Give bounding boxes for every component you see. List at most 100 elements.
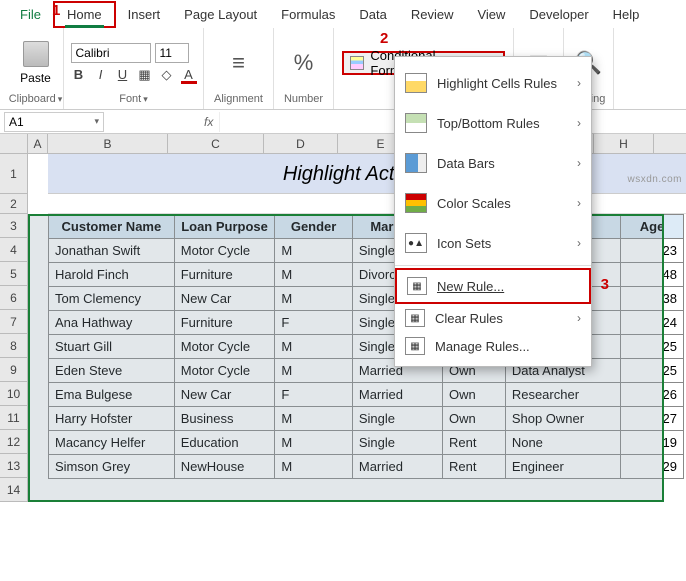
alignment-icon[interactable]: ≡ [232, 50, 245, 76]
paste-label[interactable]: Paste [20, 71, 51, 85]
col-B[interactable]: B [48, 134, 168, 153]
cell-purpose[interactable]: Motor Cycle [174, 359, 275, 383]
cell-marital[interactable]: Married [352, 455, 442, 479]
cell-age[interactable]: 27 [621, 407, 684, 431]
cell-gender[interactable]: M [275, 407, 353, 431]
cell-name[interactable]: Ema Bulgese [49, 383, 175, 407]
hdr-gender[interactable]: Gender [275, 215, 353, 239]
table-row[interactable]: Simson GreyNewHouseMMarriedRentEngineer2… [49, 455, 684, 479]
paste-icon[interactable] [23, 41, 49, 67]
cell-name[interactable]: Stuart Gill [49, 335, 175, 359]
cell-gender[interactable]: M [275, 287, 353, 311]
bold-button[interactable]: B [71, 67, 87, 82]
fx-icon[interactable]: fx [204, 115, 213, 129]
hdr-purpose[interactable]: Loan Purpose [174, 215, 275, 239]
cell-age[interactable]: 25 [621, 359, 684, 383]
table-row[interactable]: Ema BulgeseNew CarFMarriedOwnResearcher2… [49, 383, 684, 407]
cell-name[interactable]: Harry Hofster [49, 407, 175, 431]
cell-hs[interactable]: Rent [442, 455, 505, 479]
cell-age[interactable]: 19 [621, 431, 684, 455]
cell-hs[interactable]: Rent [442, 431, 505, 455]
cell-name[interactable]: Eden Steve [49, 359, 175, 383]
percent-icon[interactable]: % [294, 50, 314, 76]
cell-gender[interactable]: M [275, 359, 353, 383]
cell-age[interactable]: 38 [621, 287, 684, 311]
menu-data-bars[interactable]: Data Bars › [395, 143, 591, 183]
menu-icon-sets[interactable]: ●▲ Icon Sets › [395, 223, 591, 263]
cell-prof[interactable]: Shop Owner [505, 407, 620, 431]
cell-purpose[interactable]: Education [174, 431, 275, 455]
cell-name[interactable]: Macancy Helfer [49, 431, 175, 455]
cell-name[interactable]: Harold Finch [49, 263, 175, 287]
col-H[interactable]: H [594, 134, 654, 153]
cell-marital[interactable]: Single [352, 431, 442, 455]
cell-prof[interactable]: None [505, 431, 620, 455]
cell-age[interactable]: 24 [621, 311, 684, 335]
row-7[interactable]: 7 [0, 310, 28, 334]
row-5[interactable]: 5 [0, 262, 28, 286]
menu-help[interactable]: Help [601, 3, 652, 26]
cell-purpose[interactable]: Motor Cycle [174, 239, 275, 263]
cell-name[interactable]: Simson Grey [49, 455, 175, 479]
row-12[interactable]: 12 [0, 430, 28, 454]
col-D[interactable]: D [264, 134, 338, 153]
cell-gender[interactable]: M [275, 239, 353, 263]
menu-view[interactable]: View [465, 3, 517, 26]
menu-developer[interactable]: Developer [517, 3, 600, 26]
cell-gender[interactable]: M [275, 431, 353, 455]
cell-hs[interactable]: Own [442, 383, 505, 407]
menu-color-scales[interactable]: Color Scales › [395, 183, 591, 223]
font-name-select[interactable] [71, 43, 151, 63]
hdr-age[interactable]: Age [621, 215, 684, 239]
font-size-select[interactable] [155, 43, 189, 63]
col-C[interactable]: C [168, 134, 264, 153]
cell-gender[interactable]: M [275, 335, 353, 359]
row-9[interactable]: 9 [0, 358, 28, 382]
name-box-dropdown-icon[interactable]: ▾ [94, 116, 99, 127]
cell-purpose[interactable]: NewHouse [174, 455, 275, 479]
cell-name[interactable]: Tom Clemency [49, 287, 175, 311]
row-3[interactable]: 3 [0, 214, 28, 238]
menu-new-rule[interactable]: ▦ New Rule... 3 [395, 268, 591, 304]
cell-gender[interactable]: M [275, 455, 353, 479]
font-color-button[interactable]: A [181, 67, 197, 82]
fill-color-button[interactable]: ◇ [159, 67, 175, 83]
menu-highlight-cells-rules[interactable]: Highlight Cells Rules › [395, 63, 591, 103]
cell-name[interactable]: Jonathan Swift [49, 239, 175, 263]
table-row[interactable]: Harry HofsterBusinessMSingleOwnShop Owne… [49, 407, 684, 431]
cell-purpose[interactable]: Motor Cycle [174, 335, 275, 359]
table-row[interactable]: Macancy HelferEducationMSingleRentNone19 [49, 431, 684, 455]
row-6[interactable]: 6 [0, 286, 28, 310]
menu-top-bottom-rules[interactable]: Top/Bottom Rules › [395, 103, 591, 143]
menu-page-layout[interactable]: Page Layout [172, 3, 269, 26]
menu-review[interactable]: Review [399, 3, 466, 26]
hdr-name[interactable]: Customer Name [49, 215, 175, 239]
cell-age[interactable]: 26 [621, 383, 684, 407]
col-A[interactable]: A [28, 134, 48, 153]
menu-data[interactable]: Data [347, 3, 398, 26]
row-10[interactable]: 10 [0, 382, 28, 406]
cell-name[interactable]: Ana Hathway [49, 311, 175, 335]
cell-marital[interactable]: Married [352, 383, 442, 407]
cell-gender[interactable]: M [275, 263, 353, 287]
cell-age[interactable]: 25 [621, 335, 684, 359]
menu-manage-rules[interactable]: ▦ Manage Rules... [395, 332, 591, 360]
cell-purpose[interactable]: New Car [174, 287, 275, 311]
underline-button[interactable]: U [115, 67, 131, 82]
select-all-corner[interactable] [0, 134, 28, 153]
italic-button[interactable]: I [93, 67, 109, 82]
row-1[interactable]: 1 [0, 154, 28, 194]
row-13[interactable]: 13 [0, 454, 28, 478]
border-button[interactable]: ▦ [137, 67, 153, 83]
row-14[interactable]: 14 [0, 478, 28, 502]
cell-purpose[interactable]: Furniture [174, 263, 275, 287]
row-8[interactable]: 8 [0, 334, 28, 358]
cell-prof[interactable]: Researcher [505, 383, 620, 407]
cell-hs[interactable]: Own [442, 407, 505, 431]
menu-formulas[interactable]: Formulas [269, 3, 347, 26]
cell-marital[interactable]: Single [352, 407, 442, 431]
cell-gender[interactable]: F [275, 311, 353, 335]
menu-file[interactable]: File [8, 3, 53, 26]
cell-age[interactable]: 29 [621, 455, 684, 479]
row-2[interactable]: 2 [0, 194, 28, 214]
